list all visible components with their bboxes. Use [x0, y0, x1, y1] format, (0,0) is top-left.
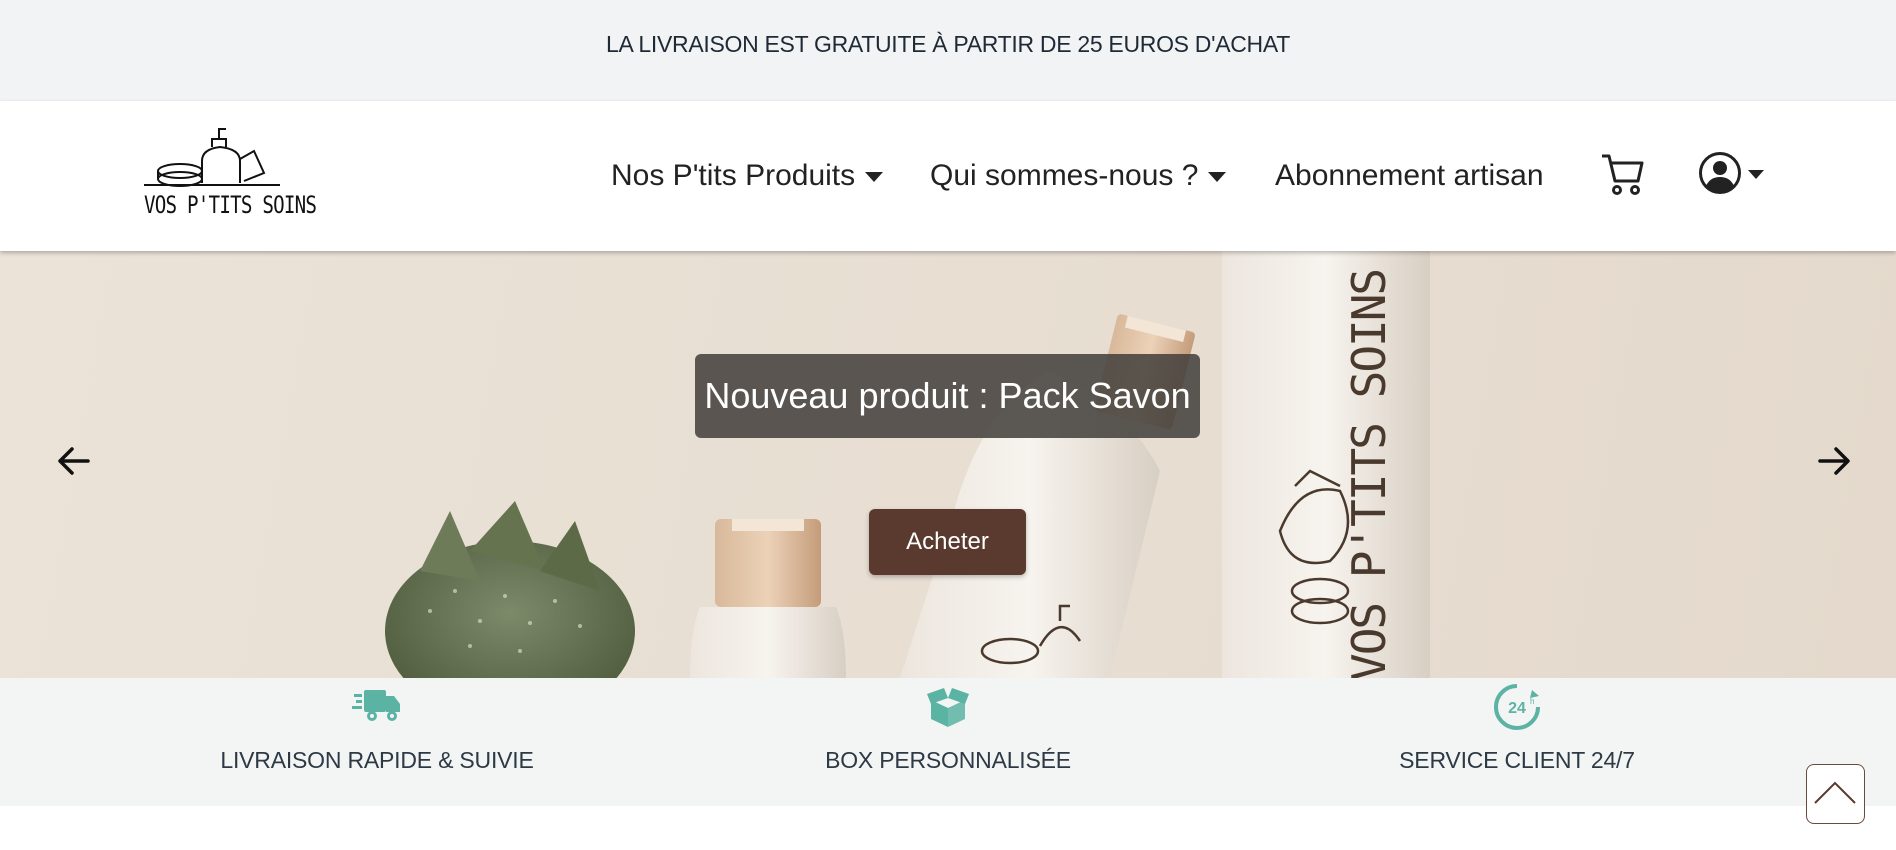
nav-about[interactable]: Qui sommes-nous ?	[930, 159, 1227, 193]
bottle-brand-text: VOS P'TITS SOINS	[1342, 270, 1396, 678]
hero-image: VOS P'TITS SOINS	[385, 251, 1430, 678]
nav-subscription-label: Abonnement artisan	[1275, 159, 1544, 192]
logo-icon	[144, 128, 280, 187]
tall-bottle: VOS P'TITS SOINS	[1222, 251, 1430, 678]
chevron-up-icon	[1814, 781, 1856, 804]
nav-subscription[interactable]: Abonnement artisan	[1275, 159, 1544, 193]
cart-icon[interactable]	[1600, 151, 1644, 197]
feature-delivery: LIVRAISON RAPIDE & SUIVIE	[167, 678, 587, 806]
user-circle-icon	[1699, 152, 1741, 194]
navbar: VOS P'TITS SOINS Nos P'tits Produits Qui…	[0, 101, 1896, 251]
svg-text:24: 24	[1508, 700, 1526, 717]
features-strip: LIVRAISON RAPIDE & SUIVIE BOX PERSONNALI…	[0, 678, 1896, 806]
buy-button[interactable]: Acheter	[869, 509, 1026, 575]
hero-carousel: VOS P'TITS SOINS Nouveau produit : Pack …	[0, 251, 1896, 678]
nav-about-label: Qui sommes-nous ?	[930, 159, 1199, 192]
hero-title: Nouveau produit : Pack Savon	[695, 354, 1200, 438]
logo-text: VOS P'TITS SOINS	[144, 191, 317, 219]
svg-text:h: h	[1530, 697, 1534, 706]
promo-bar: LA LIVRAISON EST GRATUITE À PARTIR DE 25…	[0, 0, 1896, 101]
nav-products-label: Nos P'tits Produits	[611, 159, 856, 192]
feature-box-label: BOX PERSONNALISÉE	[825, 747, 1071, 773]
small-bottle	[690, 519, 846, 678]
chevron-down-icon	[1748, 169, 1764, 179]
carousel-prev-arrow-icon[interactable]	[56, 443, 92, 479]
feature-support: 24 h SERVICE CLIENT 24/7	[1307, 678, 1727, 806]
chevron-down-icon	[1208, 172, 1227, 182]
carousel-next-arrow-icon[interactable]	[1816, 443, 1852, 479]
feature-delivery-label: LIVRAISON RAPIDE & SUIVIE	[220, 747, 534, 773]
feature-box: BOX PERSONNALISÉE	[738, 678, 1158, 806]
promo-text: LA LIVRAISON EST GRATUITE À PARTIR DE 25…	[606, 31, 1290, 57]
delivery-truck-icon	[352, 690, 400, 721]
cactus-shape	[385, 501, 635, 678]
clock-24h-icon: 24 h	[1494, 684, 1540, 730]
account-menu[interactable]	[1698, 151, 1764, 195]
feature-support-label: SERVICE CLIENT 24/7	[1399, 747, 1635, 773]
box-icon	[927, 688, 969, 727]
nav-products[interactable]: Nos P'tits Produits	[611, 159, 884, 193]
chevron-down-icon	[865, 172, 884, 182]
back-to-top-button[interactable]	[1806, 764, 1865, 824]
